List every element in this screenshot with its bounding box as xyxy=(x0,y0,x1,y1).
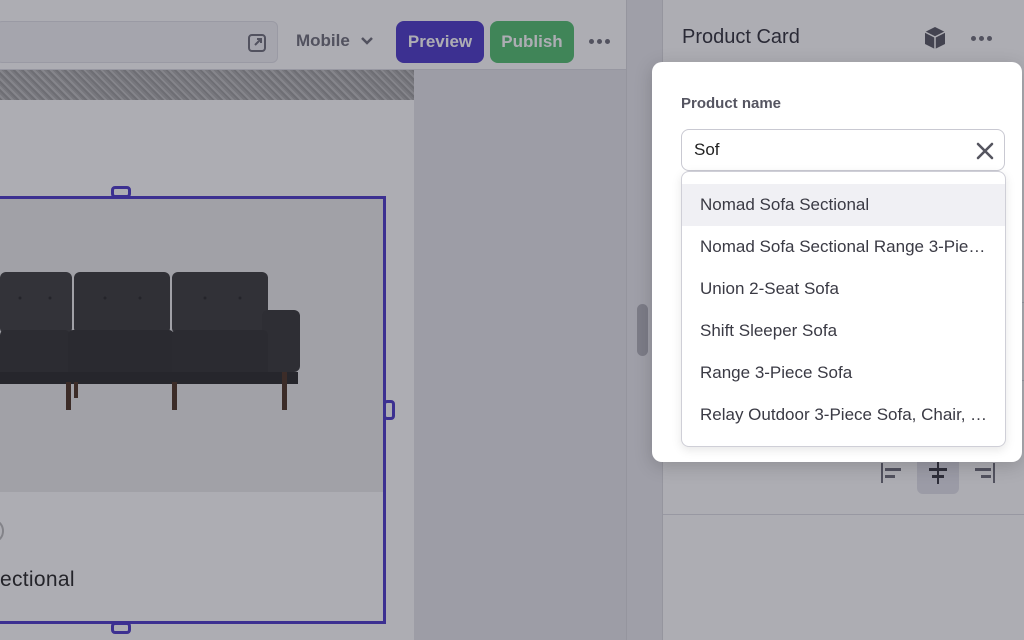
publish-button[interactable]: Publish xyxy=(490,21,574,63)
device-select-label: Mobile xyxy=(296,31,350,50)
carpet-image xyxy=(0,70,414,100)
product-name-field[interactable] xyxy=(681,129,1005,171)
product-search-input[interactable] xyxy=(694,138,964,162)
device-select[interactable]: Mobile xyxy=(296,30,374,52)
close-icon[interactable] xyxy=(974,140,996,162)
suggestion-item[interactable]: Shift Sleeper Sofa xyxy=(682,310,1005,352)
suggestion-item[interactable]: Nomad Sofa Sectional xyxy=(682,184,1005,226)
canvas-scrollbar[interactable] xyxy=(637,304,648,356)
preview-button[interactable]: Preview xyxy=(396,21,484,63)
product-suggestions-list: Nomad Sofa Sectional Nomad Sofa Sectiona… xyxy=(681,171,1006,447)
suggestion-item[interactable]: Union 2-Seat Sofa xyxy=(682,268,1005,310)
more-horizontal-icon[interactable] xyxy=(589,39,610,44)
align-left-icon xyxy=(881,463,901,483)
divider xyxy=(663,514,1024,515)
suggestion-item[interactable]: Relay Outdoor 3-Piece Sofa, Chair, Table… xyxy=(682,394,1005,436)
more-horizontal-icon[interactable] xyxy=(971,36,992,41)
resize-handle-right[interactable] xyxy=(383,400,395,420)
resize-handle-top[interactable] xyxy=(111,186,131,198)
resize-handle-bottom[interactable] xyxy=(111,622,131,634)
product-name-label: Product name xyxy=(681,95,782,112)
chevron-down-icon xyxy=(360,37,373,45)
selection-frame xyxy=(0,196,386,624)
external-link-icon[interactable] xyxy=(247,33,267,53)
align-right-icon xyxy=(975,463,995,483)
align-center-icon xyxy=(929,462,947,484)
product-picker-popover: Product name Nomad Sofa Sectional Nomad … xyxy=(652,62,1022,462)
editor-toolbar: Mobile Preview Publish xyxy=(0,0,626,70)
preview-url-field[interactable] xyxy=(0,21,278,63)
editor-area: Mobile Preview Publish ectional xyxy=(0,0,662,640)
suggestion-item[interactable]: Nomad Sofa Sectional Range 3-Piece Sofa xyxy=(682,226,1005,268)
cube-icon[interactable] xyxy=(921,24,949,52)
canvas-background xyxy=(414,70,626,640)
suggestion-item[interactable]: Range 3-Piece Sofa xyxy=(682,352,1005,394)
panel-title: Product Card xyxy=(682,26,800,48)
